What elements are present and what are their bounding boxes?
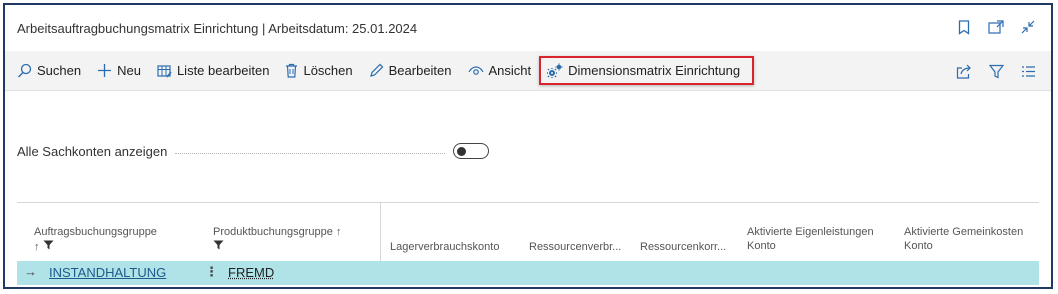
action-toolbar: Suchen Neu Liste bearbeiten Löschen Bear…: [5, 51, 1051, 91]
column-header-lagerverbrauchskonto[interactable]: Lagerverbrauchskonto: [390, 240, 499, 254]
column-header-label: Produktbuchungsgruppe ↑: [213, 226, 342, 238]
column-header-label: Aktivierte Gemeinkosten: [904, 226, 1024, 238]
column-header-label-line2: Konto: [904, 240, 933, 252]
dimension-matrix-label: Dimensionsmatrix Einrichtung: [568, 63, 741, 78]
column-header-aktivierte-eigenleistungen[interactable]: Aktivierte Eigenleistungen Konto: [747, 225, 874, 253]
show-all-accounts-row: Alle Sachkonten anzeigen: [17, 143, 490, 159]
view-label: Ansicht: [488, 63, 532, 78]
page-title: Arbeitsauftragbuchungsmatrix Einrichtung…: [17, 20, 418, 36]
dimension-matrix-button[interactable]: Dimensionsmatrix Einrichtung: [539, 56, 755, 85]
trash-icon: [285, 63, 298, 78]
bookmark-icon[interactable]: [955, 18, 973, 36]
column-header-aktivierte-gemeinkosten[interactable]: Aktivierte Gemeinkosten Konto: [904, 225, 1023, 253]
title-bar: Arbeitsauftragbuchungsmatrix Einrichtung…: [5, 5, 1051, 51]
title-actions: [955, 18, 1037, 36]
open-new-window-icon[interactable]: [987, 18, 1005, 36]
share-icon[interactable]: [955, 62, 973, 80]
pencil-icon: [369, 63, 384, 78]
plus-icon: [97, 63, 112, 78]
column-header-label: Lagerverbrauchskonto: [390, 241, 500, 253]
new-button[interactable]: Neu: [97, 63, 141, 78]
table-row[interactable]: → INSTANDHALTUNG ⋮ FREMD: [17, 261, 1039, 285]
search-label: Suchen: [37, 63, 82, 78]
edit-list-label: Liste bearbeiten: [176, 63, 270, 78]
posting-matrix-grid: Auftragsbuchungsgruppe ↑ Produktbuchungs…: [17, 202, 1039, 285]
collapse-icon[interactable]: [1019, 18, 1037, 36]
new-label: Neu: [117, 63, 141, 78]
page-frame: Arbeitsauftragbuchungsmatrix Einrichtung…: [3, 3, 1053, 289]
column-header-ressourcenverbr[interactable]: Ressourcenverbr...: [529, 240, 621, 254]
edit-list-button[interactable]: Liste bearbeiten: [157, 63, 270, 78]
dotted-leader: [175, 152, 446, 154]
list-view-icon[interactable]: [1019, 62, 1037, 80]
search-icon: [17, 63, 32, 78]
delete-label: Löschen: [303, 63, 353, 78]
edit-list-icon: [157, 64, 172, 78]
eye-icon: [467, 65, 484, 77]
toggle-knob: [457, 146, 467, 156]
column-header-produktbuchungsgruppe[interactable]: Produktbuchungsgruppe ↑: [213, 225, 341, 254]
row-actions-menu[interactable]: ⋮: [205, 264, 218, 280]
column-header-label: Ressourcenkorr...: [640, 241, 727, 253]
filter-icon: [213, 240, 224, 254]
show-all-accounts-label: Alle Sachkonten anzeigen: [17, 143, 168, 159]
view-button[interactable]: Ansicht: [467, 63, 532, 78]
produktbuchungsgruppe-cell[interactable]: FREMD: [228, 265, 274, 280]
show-all-accounts-toggle[interactable]: [453, 143, 490, 159]
filter-icon: [43, 240, 54, 254]
column-header-ressourcenkorr[interactable]: Ressourcenkorr...: [640, 240, 726, 254]
filter-icon[interactable]: [987, 62, 1005, 80]
column-header-label-line2: Konto: [747, 240, 776, 252]
row-selected-arrow: →: [24, 264, 37, 279]
edit-button[interactable]: Bearbeiten: [369, 63, 452, 78]
auftragsbuchungsgruppe-cell[interactable]: INSTANDHALTUNG: [49, 265, 166, 280]
toolbar-right-actions: [955, 62, 1037, 80]
edit-label: Bearbeiten: [388, 63, 452, 78]
column-header-label: Auftragsbuchungsgruppe: [34, 226, 157, 238]
column-header-label: Aktivierte Eigenleistungen: [747, 226, 874, 238]
search-button[interactable]: Suchen: [17, 63, 81, 78]
column-header-label: Ressourcenverbr...: [529, 241, 622, 253]
delete-button[interactable]: Löschen: [285, 63, 353, 78]
gears-icon: [547, 63, 563, 78]
sort-ascending-icon: ↑: [34, 241, 40, 253]
column-header-auftragsbuchungsgruppe[interactable]: Auftragsbuchungsgruppe ↑: [34, 225, 157, 254]
